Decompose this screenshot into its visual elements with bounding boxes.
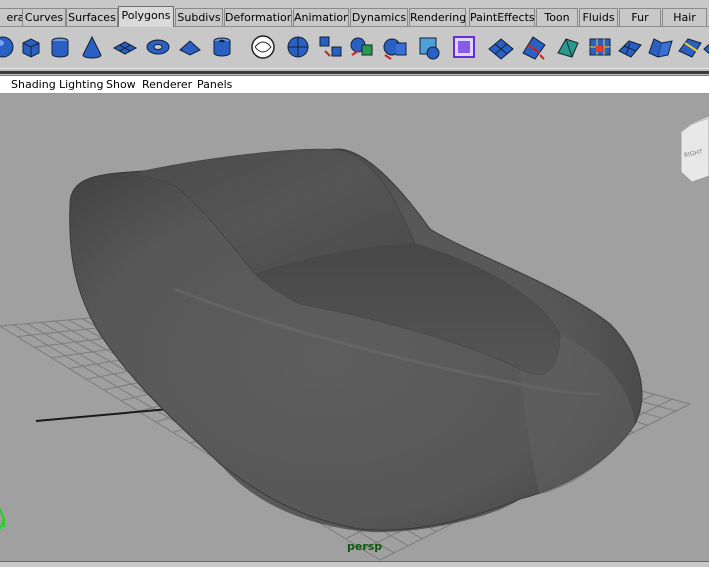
menu-show[interactable]: Show: [106, 78, 136, 91]
append-polygon-icon[interactable]: [553, 32, 583, 62]
poly-torus-icon[interactable]: [143, 32, 173, 62]
shelf-separator: [0, 68, 709, 76]
viewport-scene: RIGHT: [0, 115, 709, 561]
grid-axis-line: [35, 407, 181, 422]
separate-icon[interactable]: [347, 32, 377, 62]
camera-label: persp: [347, 540, 383, 553]
boolean-icon[interactable]: [380, 32, 410, 62]
combine-icon[interactable]: [316, 32, 346, 62]
poly-cylinder-icon[interactable]: [45, 32, 75, 62]
shelf-tab-curves[interactable]: Curves: [22, 8, 66, 26]
poly-plane-icon[interactable]: [110, 32, 140, 62]
shelf-tab-rendering[interactable]: Rendering: [409, 8, 466, 26]
car-model[interactable]: [69, 148, 643, 533]
axis-gizmo: [0, 508, 5, 530]
shelf-top-strip: [0, 0, 709, 6]
poly-cube-icon[interactable]: [16, 32, 46, 62]
menu-renderer[interactable]: Renderer: [142, 78, 192, 91]
shelf-tab-hair[interactable]: Hair: [662, 8, 707, 26]
shelf-tab-bar: eral Curves Surfaces Polygons Subdivs Deforma…: [0, 0, 709, 27]
shelf-tab-fur[interactable]: Fur: [619, 8, 661, 26]
separator-line: [0, 71, 709, 74]
viewport-bottom-edge: [0, 561, 709, 567]
merge-vertex-icon[interactable]: [585, 32, 615, 62]
poly-helix-icon[interactable]: [248, 32, 278, 62]
wedge-face-icon[interactable]: [645, 32, 675, 62]
perspective-viewport[interactable]: RIGHT persp: [0, 94, 709, 561]
shelf-tab-dynamics[interactable]: Dynamics: [350, 8, 408, 26]
menu-panels[interactable]: Panels: [197, 78, 232, 91]
shelf-tab-deformation[interactable]: Deformation: [224, 8, 292, 26]
poly-soccer-ball-icon[interactable]: [283, 32, 313, 62]
poly-pipe-icon[interactable]: [207, 32, 237, 62]
shelf-tab-animation[interactable]: Animation: [293, 8, 349, 26]
menu-shading[interactable]: Shading: [11, 78, 56, 91]
shelf-tab-surfaces[interactable]: Surfaces: [66, 8, 118, 26]
menu-lighting[interactable]: Lighting: [59, 78, 103, 91]
extrude-face-icon[interactable]: [449, 32, 479, 62]
panel-menu-bar: Shading Lighting Show Renderer Panels: [0, 76, 709, 94]
shelf-tab-toon[interactable]: Toon: [536, 8, 578, 26]
smooth-icon[interactable]: [414, 32, 444, 62]
view-cube[interactable]: RIGHT: [680, 115, 709, 183]
poly-prism-icon[interactable]: [175, 32, 205, 62]
subdivide-icon[interactable]: [615, 32, 645, 62]
bevel-icon[interactable]: [519, 32, 549, 62]
polygons-shelf: [0, 27, 709, 68]
split-polygon-icon[interactable]: [486, 32, 516, 62]
shelf-tab-painteffects[interactable]: PaintEffects: [469, 8, 535, 26]
shelf-tab-subdivs[interactable]: Subdivs: [175, 8, 223, 26]
shelf-tab-fluids[interactable]: Fluids: [579, 8, 618, 26]
poly-cone-icon[interactable]: [77, 32, 107, 62]
cut-faces-icon[interactable]: [700, 32, 709, 62]
shelf-tab-polygons[interactable]: Polygons: [118, 6, 174, 27]
